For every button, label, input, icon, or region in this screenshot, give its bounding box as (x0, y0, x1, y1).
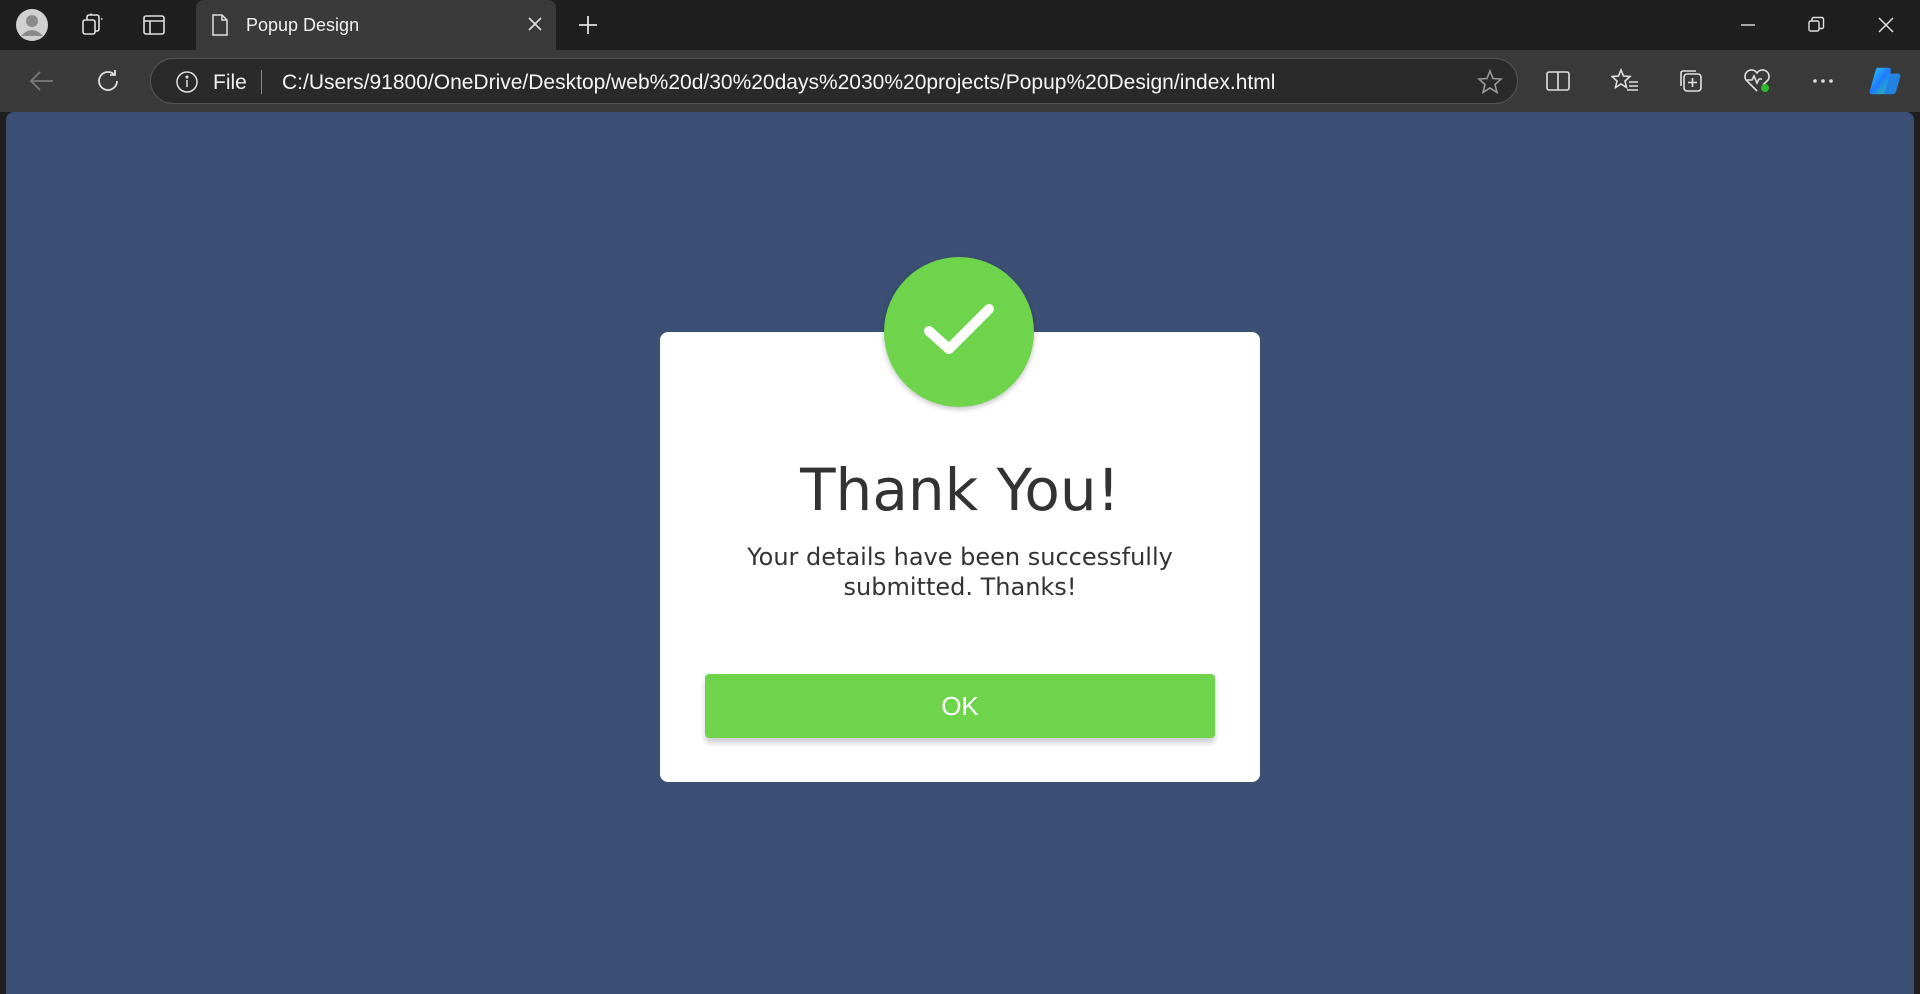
address-separator (261, 70, 262, 94)
new-tab-icon[interactable] (572, 9, 604, 41)
popup-title: Thank You! (800, 456, 1120, 524)
favorite-star-icon[interactable] (1477, 68, 1503, 100)
close-window-icon[interactable] (1852, 0, 1920, 50)
address-scheme-label: File (213, 71, 247, 94)
tab-popup-design[interactable]: Popup Design (196, 0, 556, 51)
favorites-icon[interactable] (1608, 64, 1642, 98)
split-screen-icon[interactable] (1541, 64, 1575, 98)
thank-you-popup: Thank You! Your details have been succes… (660, 257, 1260, 782)
copilot-icon[interactable] (1868, 64, 1902, 98)
vertical-tabs-icon[interactable] (138, 9, 170, 41)
more-options-icon[interactable] (1806, 64, 1840, 98)
ok-button[interactable]: OK (705, 674, 1215, 738)
back-icon[interactable] (25, 64, 59, 98)
minimize-icon[interactable] (1714, 0, 1782, 50)
collections-icon[interactable] (1674, 64, 1708, 98)
page-viewport: Thank You! Your details have been succes… (6, 112, 1914, 994)
check-icon (921, 301, 997, 364)
profile-avatar-icon[interactable] (16, 9, 48, 41)
document-icon (210, 14, 230, 41)
browser-toolbar: File C:/Users/91800/OneDrive/Desktop/web… (0, 50, 1920, 112)
check-badge (884, 257, 1034, 407)
refresh-icon[interactable] (91, 64, 125, 98)
popup-message: Your details have been successfully subm… (747, 543, 1173, 601)
tab-title: Popup Design (246, 15, 360, 35)
restore-icon[interactable] (1782, 0, 1850, 50)
site-info-icon[interactable] (175, 70, 199, 99)
address-url[interactable]: C:/Users/91800/OneDrive/Desktop/web%20d/… (282, 71, 1275, 95)
tab-close-icon[interactable] (526, 15, 544, 38)
workspaces-icon[interactable] (76, 9, 108, 41)
browser-essentials-icon[interactable] (1740, 64, 1774, 98)
address-bar[interactable]: File C:/Users/91800/OneDrive/Desktop/web… (150, 58, 1518, 104)
title-bar: Popup Design (0, 0, 1920, 51)
